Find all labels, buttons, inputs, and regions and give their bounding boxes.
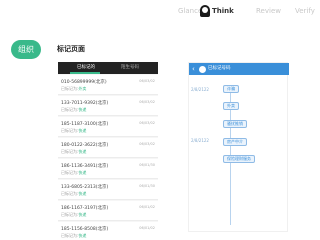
tag-value: 快递 (78, 170, 87, 175)
group-badge: 组织 (11, 40, 41, 59)
tag-line: 已标记为:快递 (61, 149, 86, 155)
list-item[interactable]: 185-1156-8508(北京) 已标记为:快递 06/01/02 (58, 222, 158, 240)
tag-prefix: 已标记为: (61, 128, 79, 133)
list-item[interactable]: 133-6805-2313(北京) 已标记为:快递 06/01/30 (58, 180, 158, 200)
tag-value: 快递 (78, 107, 87, 112)
tag-prefix: 已标记为: (61, 86, 79, 91)
tag-prefix: 已标记为: (61, 170, 79, 175)
tab-active-indicator (70, 72, 100, 74)
record-time: 06/03/02 (139, 142, 155, 146)
record-time: 06/01/30 (139, 163, 155, 167)
list-item[interactable]: 180-0122-3622(北京) 已标记为:快递 06/03/02 (58, 138, 158, 158)
tag-line: 已标记为:快递 (61, 191, 86, 197)
tag-chip[interactable]: 外卖 (223, 102, 239, 110)
tab-bar: 已标记的 陌生号码 (58, 62, 158, 74)
tag-value: 快递 (78, 233, 87, 238)
tab-unknown-numbers[interactable]: 陌生号码 (110, 62, 150, 74)
nav-item-verify[interactable]: Verify (295, 4, 315, 18)
tag-value: 快递 (78, 128, 87, 133)
list-item[interactable]: 186-1136-3491(北京) 已标记为:快递 06/01/30 (58, 159, 158, 179)
record-time: 06/01/02 (139, 205, 155, 209)
nav-item-glance[interactable]: Glance (178, 4, 202, 18)
detail-header: ‹ 已标记号码 (189, 63, 289, 75)
tag-line: 已标记为:快递 (61, 128, 86, 134)
record-time: 06/03/02 (139, 100, 155, 104)
page-title: 标记页面 (57, 45, 85, 53)
list-item[interactable]: 010-56899999(北京) 已标记为:外卖 06/03/02 (58, 75, 158, 95)
tag-line: 已标记为:快递 (61, 107, 86, 113)
phone-number: 133-6805-2313(北京) (61, 185, 109, 190)
tag-prefix: 已标记为: (61, 149, 79, 154)
tag-prefix: 已标记为: (61, 233, 79, 238)
tag-chip[interactable]: 诈骗 (223, 85, 239, 93)
tag-chip[interactable]: 骚扰推销 (223, 120, 247, 128)
record-time: 06/01/02 (139, 226, 155, 230)
marked-detail-screen: ‹ 已标记号码 2/8/2122 诈骗 外卖 骚扰推销 2/8/2122 房产中… (188, 62, 289, 232)
avatar (199, 65, 206, 73)
phone-number: 133-7011-9392(北京) (61, 101, 109, 106)
detail-title: 已标记号码 (208, 66, 231, 71)
phone-number: 186-1136-3491(北京) (61, 164, 109, 169)
tag-chip[interactable]: 房产中介 (223, 138, 247, 146)
phone-number: 186-1167-3197(北京) (61, 206, 109, 211)
top-nav: Glance Think Review Verify (0, 4, 320, 18)
list-item[interactable]: 133-7011-9392(北京) 已标记为:快递 06/03/02 (58, 96, 158, 116)
nav-item-think[interactable]: Think (212, 4, 234, 18)
list-item[interactable]: 186-1167-3197(北京) 已标记为:快递 06/01/02 (58, 201, 158, 221)
tag-value: 快递 (78, 149, 87, 154)
tag-line: 已标记为:快递 (61, 233, 86, 239)
tag-line: 已标记为:快递 (61, 170, 86, 176)
tag-prefix: 已标记为: (61, 107, 79, 112)
phone-number: 185-1156-8508(北京) (61, 227, 109, 232)
tag-line: 已标记为:外卖 (61, 86, 86, 92)
back-arrow-icon[interactable]: ‹ (192, 64, 195, 74)
tag-line: 已标记为:快递 (61, 212, 86, 218)
tag-value: 快递 (78, 191, 87, 196)
phone-number: 185-1187-3100(北京) (61, 122, 109, 127)
record-time: 06/03/02 (139, 121, 155, 125)
tag-prefix: 已标记为: (61, 191, 79, 196)
tag-chip[interactable]: 保险理财服务 (223, 155, 255, 163)
tag-value: 快递 (78, 212, 87, 217)
tag-value: 外卖 (78, 86, 87, 91)
phone-number: 180-0122-3622(北京) (61, 143, 109, 148)
record-time: 06/01/30 (139, 184, 155, 188)
tag-prefix: 已标记为: (61, 212, 79, 217)
timeline-date: 2/8/2122 (191, 138, 209, 143)
list-item[interactable]: 185-1187-3100(北京) 已标记为:快递 06/03/02 (58, 117, 158, 137)
phone-number: 010-56899999(北京) (61, 80, 107, 85)
think-head-icon (200, 5, 210, 17)
record-time: 06/03/02 (139, 79, 155, 83)
timeline-date: 2/8/2122 (191, 87, 209, 92)
nav-item-review[interactable]: Review (256, 4, 281, 18)
marked-list-screen: 已标记的 陌生号码 010-56899999(北京) 已标记为:外卖 06/03… (58, 62, 158, 240)
